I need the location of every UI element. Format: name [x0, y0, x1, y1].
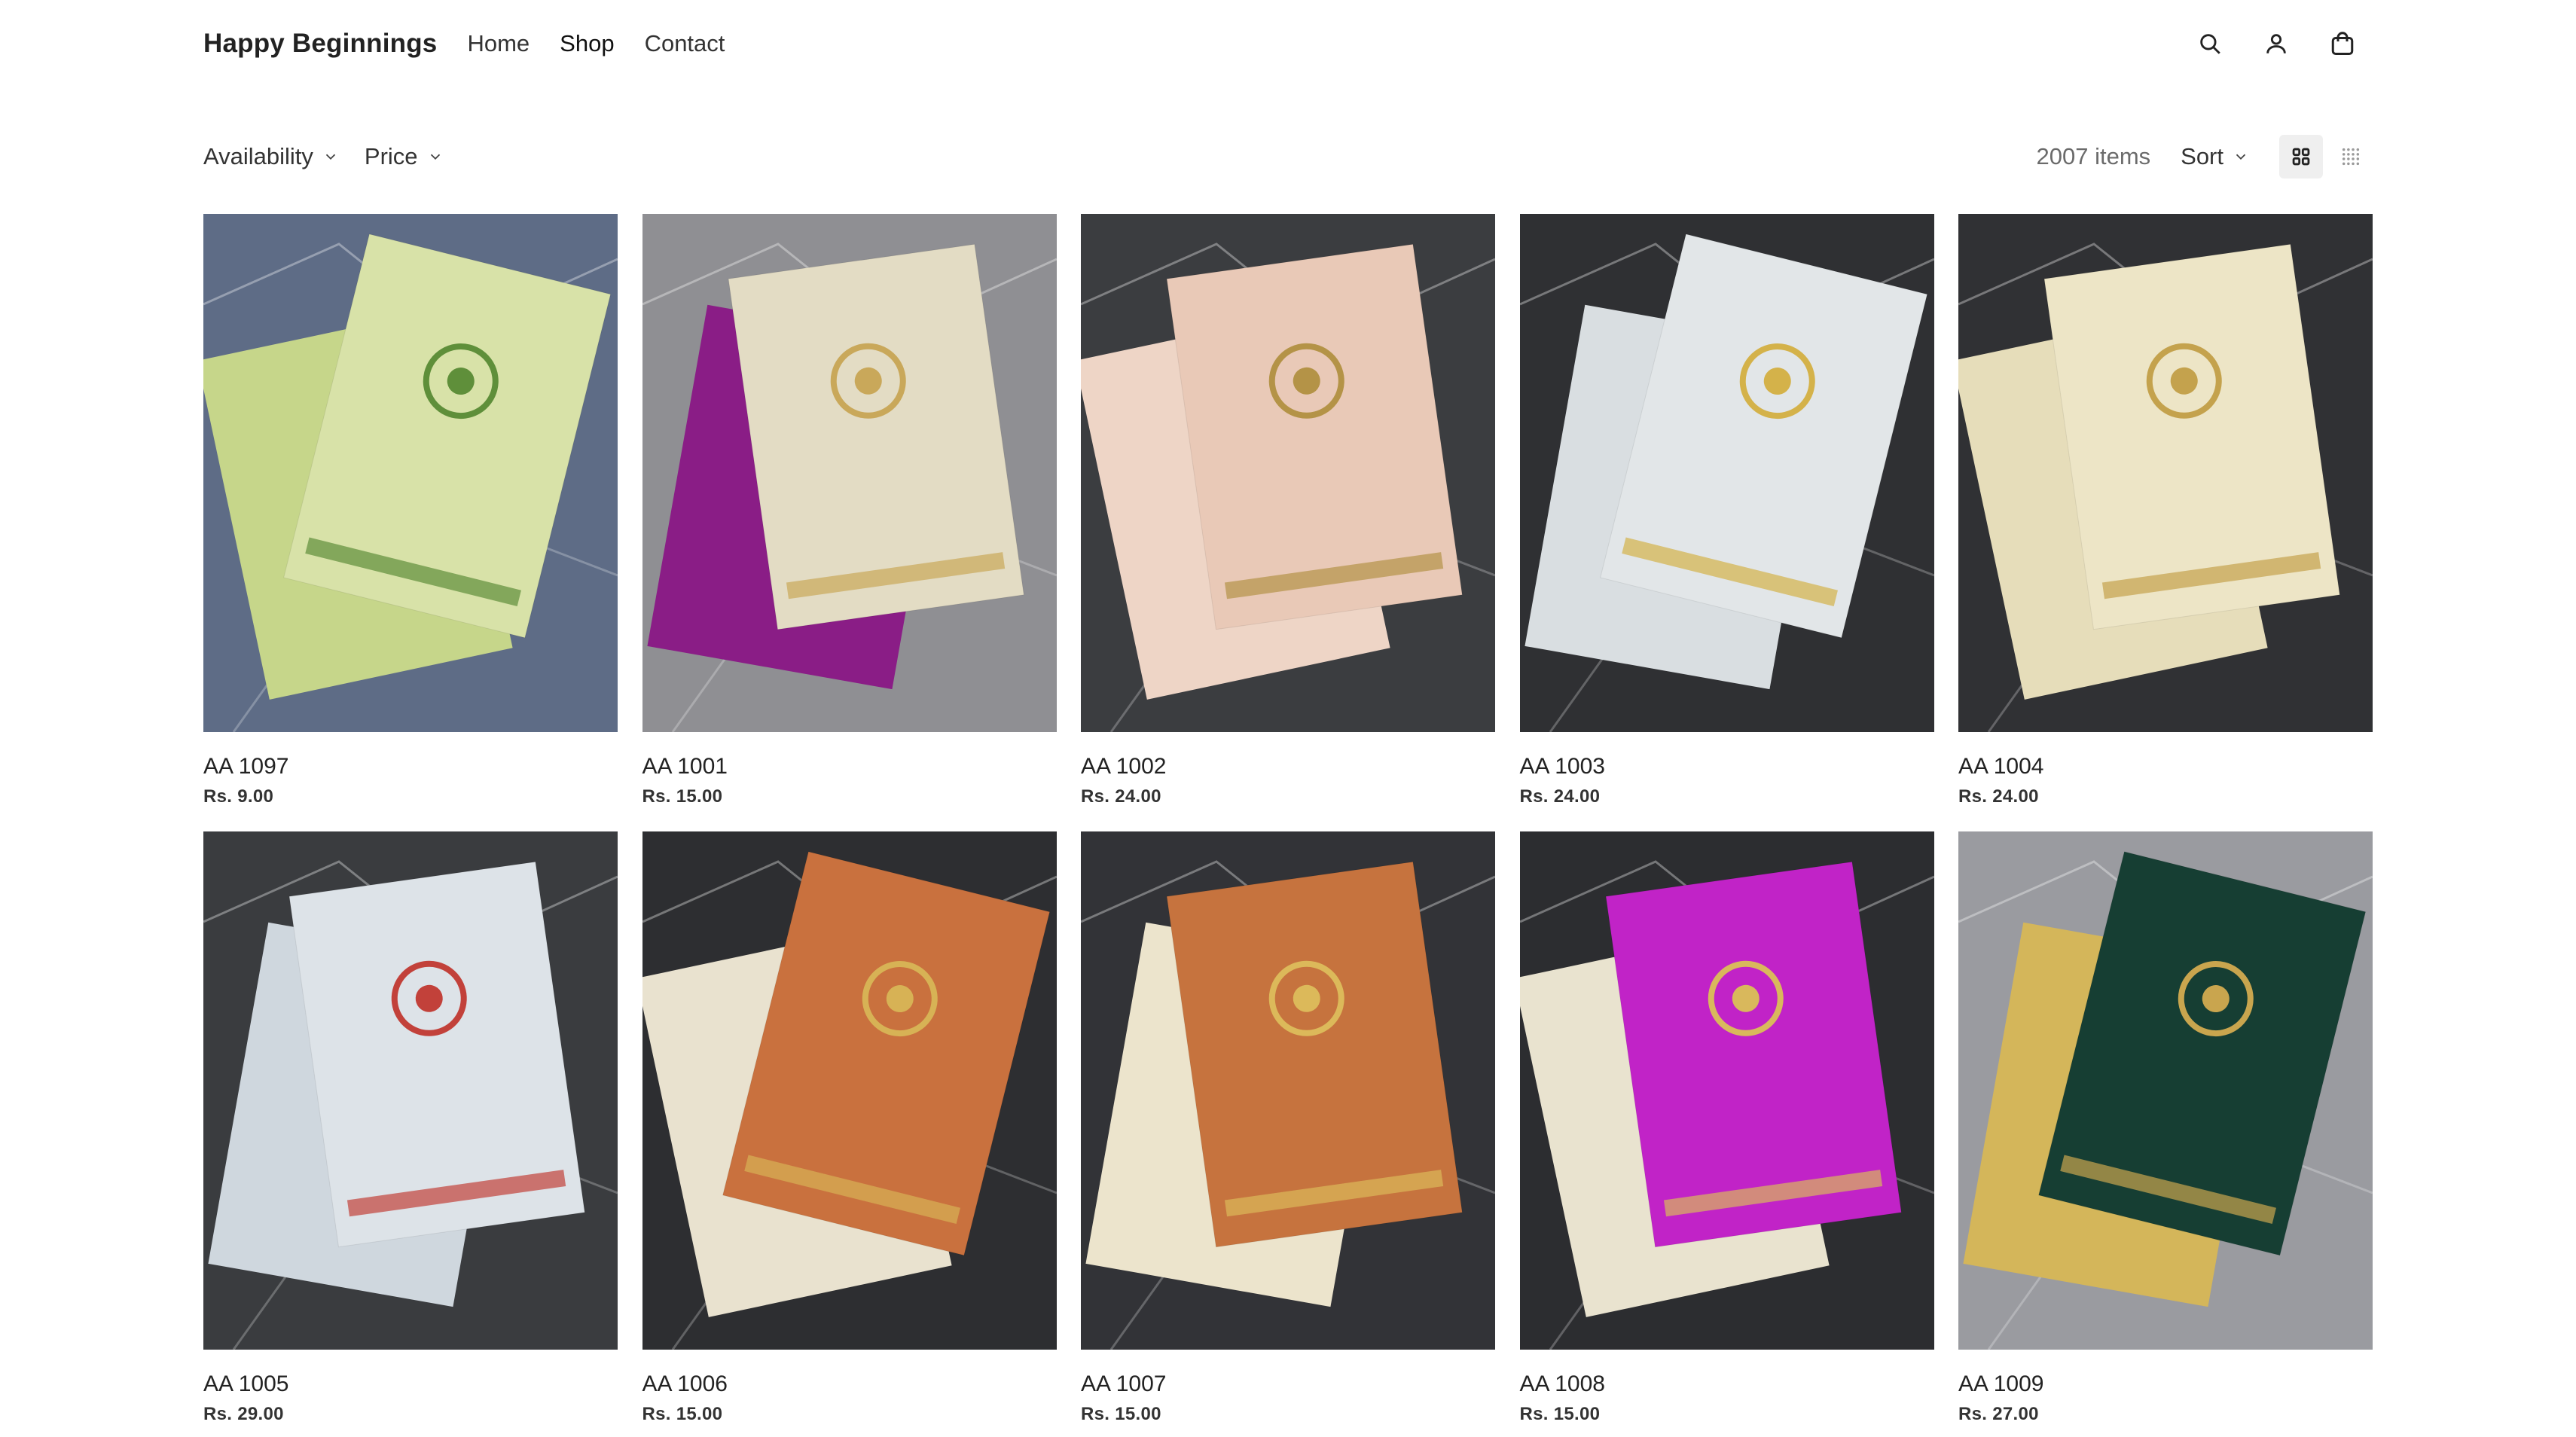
nav-shop[interactable]: Shop: [560, 30, 614, 57]
search-icon[interactable]: [2196, 30, 2223, 57]
product-grid: AA 1097 Rs. 9.00 AA 1001 Rs. 15.00 AA 1002 Rs…: [203, 214, 2373, 1425]
product-price: Rs. 24.00: [1958, 786, 2039, 807]
site-header: Happy Beginnings Home Shop Contact: [203, 0, 2373, 87]
product-price: Rs. 27.00: [1958, 1404, 2039, 1424]
product-card[interactable]: AA 1005 Rs. 29.00: [203, 831, 618, 1425]
availability-label: Availability: [203, 143, 313, 169]
product-card[interactable]: AA 1003 Rs. 24.00: [1519, 214, 1934, 807]
nav-contact[interactable]: Contact: [645, 30, 725, 57]
sort-dropdown[interactable]: Sort: [2181, 143, 2249, 170]
grid-small-view-button[interactable]: [2329, 135, 2373, 178]
product-card[interactable]: AA 1008 Rs. 15.00: [1519, 831, 1934, 1425]
product-name[interactable]: AA 1002: [1081, 753, 1495, 780]
product-name[interactable]: AA 1006: [642, 1371, 1057, 1398]
header-actions: [2196, 30, 2356, 57]
chevron-down-icon: [325, 154, 336, 160]
product-name[interactable]: AA 1008: [1520, 1371, 1934, 1398]
product-name[interactable]: AA 1097: [203, 753, 618, 780]
product-card[interactable]: AA 1004 Rs. 24.00: [1958, 214, 2373, 807]
product-name[interactable]: AA 1005: [203, 1371, 618, 1398]
product-image[interactable]: [1958, 831, 2373, 1350]
availability-filter[interactable]: Availability: [203, 143, 339, 170]
product-card[interactable]: AA 1007 Rs. 15.00: [1081, 831, 1495, 1425]
product-name[interactable]: AA 1004: [1958, 753, 2373, 780]
filter-bar: Availability Price 2007 items Sort: [203, 133, 2373, 181]
product-card[interactable]: AA 1002 Rs. 24.00: [1081, 214, 1495, 807]
product-name[interactable]: AA 1003: [1520, 753, 1934, 780]
product-price: Rs. 9.00: [203, 786, 274, 807]
listing-tools: 2007 items Sort: [2037, 135, 2373, 178]
product-image[interactable]: [1081, 831, 1495, 1350]
product-price: Rs. 24.00: [1081, 786, 1161, 807]
product-card[interactable]: AA 1009 Rs. 27.00: [1958, 831, 2373, 1425]
sort-label: Sort: [2181, 143, 2223, 169]
product-card[interactable]: AA 1006 Rs. 15.00: [642, 831, 1057, 1425]
product-image[interactable]: [203, 214, 618, 732]
product-card[interactable]: AA 1097 Rs. 9.00: [203, 214, 618, 807]
product-price: Rs. 15.00: [1519, 1404, 1601, 1424]
price-filter[interactable]: Price: [365, 143, 444, 170]
product-card[interactable]: AA 1001 Rs. 15.00: [642, 214, 1057, 807]
chevron-down-icon: [430, 154, 440, 160]
product-price: Rs. 29.00: [203, 1404, 284, 1424]
product-image[interactable]: [1081, 214, 1495, 732]
product-price: Rs. 15.00: [642, 1404, 723, 1424]
product-image[interactable]: [1958, 214, 2373, 732]
product-image[interactable]: [642, 831, 1057, 1350]
product-name[interactable]: AA 1001: [642, 753, 1057, 780]
product-image[interactable]: [203, 831, 618, 1350]
product-image[interactable]: [1519, 831, 1934, 1350]
grid-small-icon: [2342, 148, 2360, 166]
main-nav: Home Shop Contact: [467, 30, 725, 57]
product-name[interactable]: AA 1007: [1081, 1371, 1495, 1398]
grid-large-view-button[interactable]: [2279, 135, 2323, 178]
product-image[interactable]: [1519, 214, 1934, 732]
brand-logo[interactable]: Happy Beginnings: [203, 29, 437, 59]
cart-icon[interactable]: [2329, 30, 2356, 57]
product-price: Rs. 24.00: [1519, 786, 1601, 807]
product-image[interactable]: [642, 214, 1057, 732]
chevron-down-icon: [2236, 154, 2246, 160]
product-name[interactable]: AA 1009: [1958, 1371, 2373, 1398]
grid-large-icon: [2292, 148, 2310, 166]
product-price: Rs. 15.00: [1081, 1404, 1161, 1424]
price-label: Price: [364, 143, 418, 169]
nav-home[interactable]: Home: [467, 30, 530, 57]
product-price: Rs. 15.00: [642, 786, 723, 807]
account-icon[interactable]: [2263, 30, 2290, 57]
item-count: 2007 items: [2036, 143, 2151, 169]
